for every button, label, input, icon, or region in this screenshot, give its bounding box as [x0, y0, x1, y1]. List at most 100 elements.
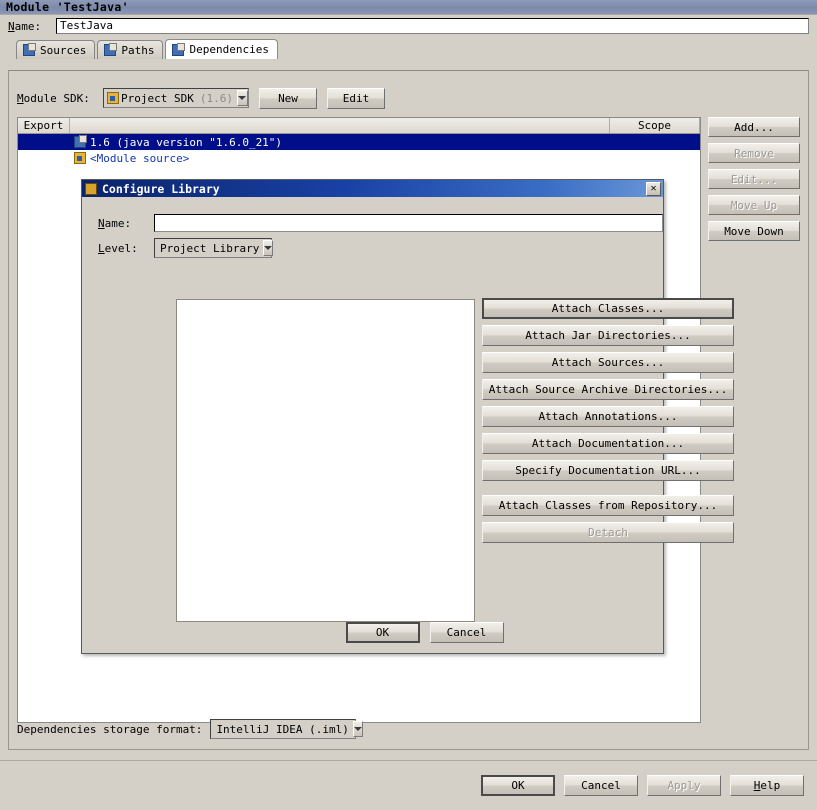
- attach-classes-from-repository-button[interactable]: Attach Classes from Repository...: [482, 495, 734, 516]
- column-header-middle[interactable]: [70, 118, 610, 133]
- dialog-title-text: Configure Library: [102, 181, 220, 196]
- module-name-row: Name: TestJava: [0, 15, 817, 37]
- library-level-combo[interactable]: Project Library: [154, 238, 274, 258]
- module-sdk-label: Module SDK:: [17, 91, 90, 105]
- apply-button-label: Apply: [667, 779, 701, 792]
- remove-dependency-label: Remove: [734, 146, 774, 160]
- sdk-icon: [74, 135, 87, 148]
- tab-sources[interactable]: Sources: [16, 40, 96, 59]
- attach-documentation-label: Attach Documentation...: [531, 437, 685, 450]
- ok-button[interactable]: OK: [481, 775, 555, 796]
- tab-strip: Sources Paths Dependencies: [0, 37, 817, 59]
- table-row[interactable]: 1.6 (java version "1.6.0_21"): [18, 134, 700, 150]
- module-name-input[interactable]: TestJava: [56, 18, 809, 34]
- attach-classes-label: Attach Classes...: [551, 302, 665, 315]
- new-sdk-label: New: [278, 91, 298, 105]
- dialog-button-row: OK Cancel: [82, 622, 663, 643]
- window-title-bar: Module 'TestJava': [0, 0, 817, 15]
- edit-sdk-label: Edit: [342, 91, 370, 105]
- tab-paths-label: Paths: [121, 43, 155, 57]
- dependencies-table-header: Export Scope: [18, 118, 700, 134]
- edit-dependency-button: Edit...: [708, 169, 800, 189]
- tab-dependencies-label: Dependencies: [189, 43, 269, 56]
- column-header-export[interactable]: Export: [18, 118, 70, 133]
- attach-sources-label: Attach Sources...: [551, 356, 665, 369]
- edit-dependency-label: Edit...: [730, 172, 778, 186]
- library-icon: [85, 182, 97, 195]
- module-sdk-row: Module SDK: Project SDK (1.6) New Edit: [9, 71, 808, 113]
- storage-format-row: Dependencies storage format: IntelliJ ID…: [17, 717, 363, 741]
- folder-icon: [74, 152, 86, 164]
- attach-source-archive-directories-label: Attach Source Archive Directories...: [488, 383, 728, 396]
- ok-button-label: OK: [511, 779, 525, 792]
- move-down-button[interactable]: Move Down: [708, 221, 800, 241]
- detach-button: Detach: [482, 522, 734, 543]
- library-name-row: Name:: [82, 197, 663, 235]
- add-dependency-label: Add...: [734, 120, 774, 134]
- attach-classes-from-repository-label: Attach Classes from Repository...: [498, 499, 718, 512]
- library-level-row: Level: Project Library: [82, 235, 663, 261]
- dialog-title-bar[interactable]: Configure Library ✕: [82, 180, 663, 197]
- apply-button: Apply: [647, 775, 721, 796]
- table-row-label: <Module source>: [90, 151, 190, 165]
- module-sdk-combo[interactable]: Project SDK (1.6): [103, 88, 249, 108]
- dialog-action-bar: OK Cancel Apply Help: [0, 760, 817, 810]
- table-row-label: 1.6 (java version "1.6.0_21"): [90, 135, 283, 149]
- attach-jar-directories-button[interactable]: Attach Jar Directories...: [482, 325, 734, 346]
- module-sdk-value: Project SDK: [121, 91, 194, 105]
- specify-documentation-url-label: Specify Documentation URL...: [515, 464, 701, 477]
- table-row[interactable]: <Module source>: [18, 150, 700, 166]
- attach-actions: Attach Classes... Attach Jar Directories…: [482, 298, 734, 543]
- paths-icon: [104, 43, 118, 56]
- dialog-cancel-label: Cancel: [446, 626, 487, 639]
- library-level-value: Project Library: [160, 241, 260, 255]
- move-up-button: Move Up: [708, 195, 800, 215]
- move-down-label: Move Down: [724, 224, 784, 238]
- add-dependency-button[interactable]: Add...: [708, 117, 800, 137]
- attach-documentation-button[interactable]: Attach Documentation...: [482, 433, 734, 454]
- library-contents-list[interactable]: [176, 299, 475, 622]
- detach-label: Detach: [588, 526, 628, 539]
- sources-icon: [23, 43, 36, 56]
- new-sdk-button[interactable]: New: [259, 87, 317, 109]
- storage-format-value: IntelliJ IDEA (.iml): [216, 722, 349, 736]
- edit-sdk-button[interactable]: Edit: [327, 87, 385, 109]
- tab-dependencies[interactable]: Dependencies: [165, 39, 278, 59]
- attach-sources-button[interactable]: Attach Sources...: [482, 352, 734, 373]
- column-header-scope[interactable]: Scope: [610, 118, 700, 133]
- chevron-down-icon[interactable]: [263, 240, 274, 256]
- tab-paths[interactable]: Paths: [97, 40, 164, 59]
- dependency-actions: Add... Remove Edit... Move Up Move Down: [708, 117, 800, 241]
- storage-format-combo[interactable]: IntelliJ IDEA (.iml): [210, 719, 363, 739]
- specify-documentation-url-button[interactable]: Specify Documentation URL...: [482, 460, 734, 481]
- module-sdk-version: (1.6): [199, 91, 233, 105]
- cancel-button-label: Cancel: [581, 779, 621, 792]
- help-button[interactable]: Help: [730, 775, 804, 796]
- chevron-down-icon[interactable]: [236, 90, 248, 106]
- library-name-label: Name:: [98, 216, 132, 230]
- configure-library-dialog: Configure Library ✕ Name: Level: Project…: [81, 179, 734, 655]
- attach-annotations-button[interactable]: Attach Annotations...: [482, 406, 734, 427]
- window-title-text: Module 'TestJava': [6, 0, 129, 14]
- storage-format-label: Dependencies storage format:: [17, 722, 203, 736]
- attach-jar-directories-label: Attach Jar Directories...: [525, 329, 691, 342]
- close-icon-glyph: ✕: [650, 182, 657, 194]
- chevron-down-icon[interactable]: [352, 721, 363, 737]
- sdk-combo-icon: [107, 92, 119, 104]
- library-level-label: Level:: [98, 241, 138, 255]
- tab-sources-label: Sources: [40, 43, 87, 57]
- module-name-label: Name:: [8, 19, 42, 33]
- help-button-label: Help: [753, 779, 781, 792]
- attach-source-archive-directories-button[interactable]: Attach Source Archive Directories...: [482, 379, 734, 400]
- close-icon[interactable]: ✕: [646, 181, 661, 196]
- move-up-label: Move Up: [730, 198, 778, 212]
- attach-annotations-label: Attach Annotations...: [538, 410, 678, 423]
- library-name-input[interactable]: [153, 214, 663, 232]
- dialog-body: Name: Level: Project Library Attach Clas…: [82, 197, 734, 655]
- attach-classes-button[interactable]: Attach Classes...: [482, 298, 734, 319]
- remove-dependency-button: Remove: [708, 143, 800, 163]
- dialog-ok-button[interactable]: OK: [345, 622, 420, 643]
- dialog-cancel-button[interactable]: Cancel: [429, 622, 504, 643]
- dependencies-icon: [172, 42, 186, 56]
- cancel-button[interactable]: Cancel: [564, 775, 638, 796]
